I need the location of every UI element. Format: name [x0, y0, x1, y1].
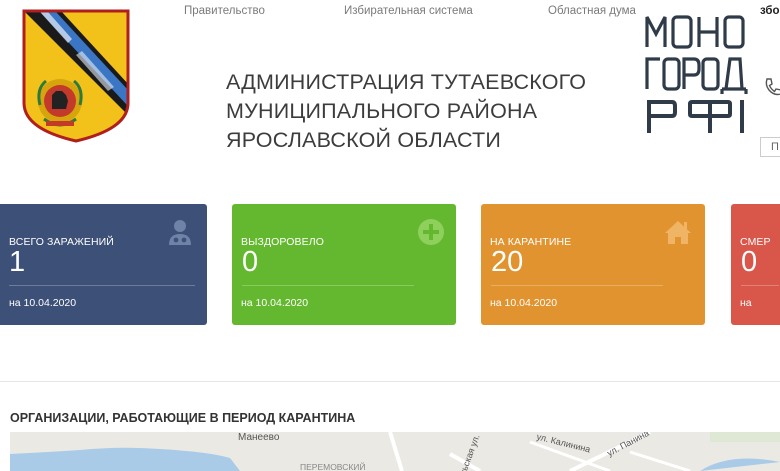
stat-date: на	[740, 297, 752, 309]
stat-card-quarantine: На карантине 20 на 10.04.2020	[481, 204, 705, 325]
org-title-line-2: муниципального района	[226, 99, 538, 123]
stat-card-deaths: Смер 0 на	[731, 204, 780, 325]
home-icon	[664, 218, 692, 246]
stat-date: на 10.04.2020	[490, 297, 558, 309]
nav-link-cut[interactable]: збо	[760, 5, 780, 17]
stat-divider	[9, 285, 195, 286]
stat-divider	[242, 285, 414, 286]
stat-divider	[741, 285, 779, 286]
edge-button[interactable]: П	[760, 137, 780, 157]
section-divider	[0, 381, 780, 382]
stat-value: 1	[9, 246, 26, 278]
nav-link-regional-duma[interactable]: Областная дума	[548, 5, 636, 17]
plus-circle-icon	[417, 218, 445, 246]
nav-link-government[interactable]: Правительство	[184, 5, 265, 17]
coat-of-arms-logo[interactable]	[22, 9, 130, 143]
stat-date: на 10.04.2020	[241, 297, 309, 309]
map-label-district: ПЕРЕМОВСКИЙ	[300, 462, 366, 471]
organizations-map[interactable]: Манеево ул. Калинина ул. Панина льская у…	[10, 432, 780, 471]
org-title-line-3: Ярославской области	[226, 128, 501, 152]
phone-icon[interactable]	[764, 77, 780, 97]
section-title: Организации, работающие в период каранти…	[10, 411, 356, 425]
stat-value: 0	[741, 246, 758, 278]
stat-card-infected: Всего заражений 1 на 10.04.2020	[0, 204, 207, 325]
map-label-maneevo: Манеево	[238, 432, 280, 443]
org-title: Администрация Тутаевского муниципального…	[226, 68, 586, 155]
stat-card-recovered: Выздоровело 0 на 10.04.2020	[232, 204, 456, 325]
doctor-icon	[166, 218, 194, 246]
stat-value: 0	[242, 246, 259, 278]
stat-divider	[491, 285, 663, 286]
monogoroda-logo[interactable]	[644, 12, 748, 134]
nav-link-election-system[interactable]: Избирательная система	[344, 5, 473, 17]
org-title-line-1: Администрация Тутаевского	[226, 70, 587, 94]
stat-date: на 10.04.2020	[9, 297, 77, 309]
stat-value: 20	[491, 246, 524, 278]
